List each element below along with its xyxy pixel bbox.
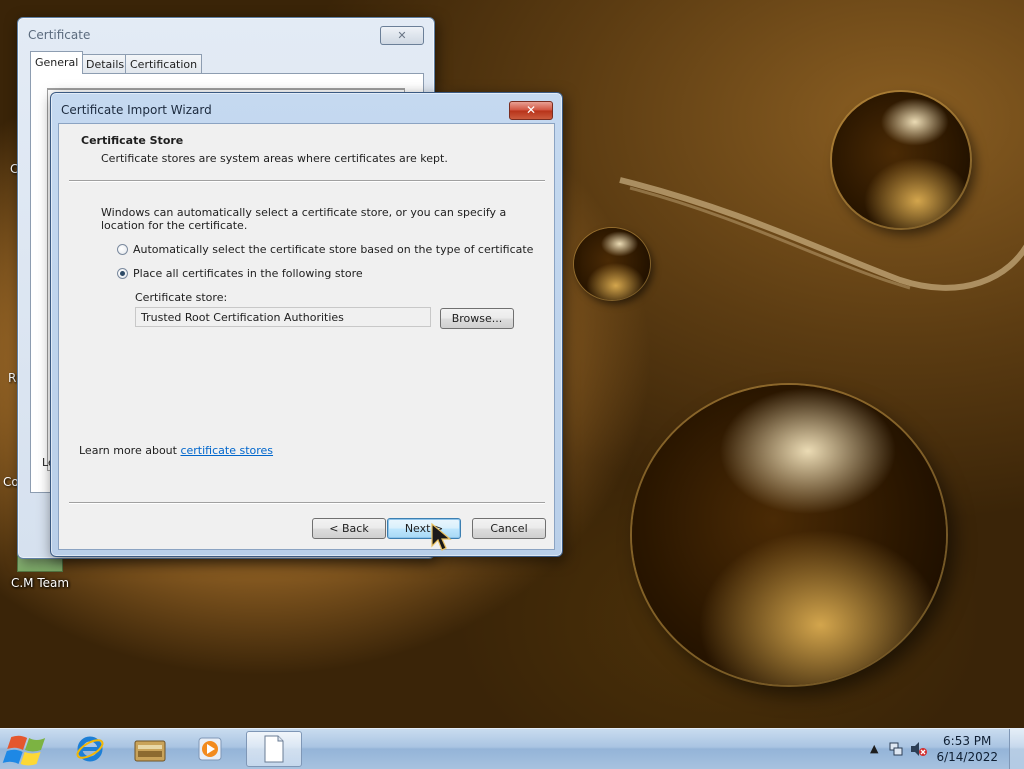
learn-more-text: Learn more about certificate stores (79, 444, 273, 457)
start-button[interactable] (2, 729, 56, 769)
taskbar: ▲ 6:53 PM 6/14/2022 (0, 728, 1024, 769)
document-icon (264, 735, 284, 763)
browse-button[interactable]: Browse... (440, 308, 514, 329)
radio-button-selected[interactable] (117, 268, 128, 279)
header-divider (69, 180, 545, 182)
taskbar-document-active[interactable] (246, 731, 302, 767)
wallpaper-sphere-small (574, 228, 650, 300)
network-icon[interactable] (888, 741, 904, 757)
wallpaper-sphere-large (632, 385, 946, 685)
window-title: Certificate (28, 28, 91, 42)
volume-muted-icon[interactable] (910, 741, 928, 757)
show-desktop-button[interactable] (1009, 729, 1024, 769)
system-tray: ▲ 6:53 PM 6/14/2022 (854, 729, 1024, 769)
option-label: Place all certificates in the following … (133, 267, 363, 280)
clock-time: 6:53 PM (943, 734, 992, 748)
taskbar-media-player[interactable] (182, 731, 238, 767)
option-place-in-store[interactable]: Place all certificates in the following … (117, 267, 363, 280)
file-explorer-icon (134, 740, 166, 762)
learn-more-prefix: Learn more about (79, 444, 181, 457)
close-icon: ✕ (397, 29, 407, 42)
window-title: Certificate Import Wizard (61, 103, 212, 117)
certificate-import-wizard: Certificate Import Wizard ✕ Certificate … (50, 92, 563, 557)
close-icon: ✕ (525, 103, 537, 117)
page-title: Certificate Store (81, 134, 184, 147)
clock-date: 6/14/2022 (936, 750, 998, 764)
show-hidden-icons-arrow-icon[interactable]: ▲ (870, 742, 878, 755)
close-button[interactable]: ✕ (380, 26, 424, 45)
footer-divider (69, 502, 545, 504)
tab-certification-path[interactable]: Certification Path (125, 54, 203, 90)
option-auto-select[interactable]: Automatically select the certificate sto… (117, 243, 533, 256)
certificate-store-label: Certificate store: (135, 291, 228, 304)
taskbar-internet-explorer[interactable] (62, 731, 118, 767)
wizard-client-area: Certificate Store Certificate stores are… (58, 123, 555, 550)
close-button[interactable]: ✕ (509, 101, 553, 120)
taskbar-file-explorer[interactable] (122, 731, 178, 767)
tab-details[interactable]: Details (81, 54, 130, 74)
back-button[interactable]: < Back (312, 518, 386, 539)
certificate-store-field[interactable]: Trusted Root Certification Authorities (135, 307, 431, 327)
clock[interactable]: 6:53 PM 6/14/2022 (936, 733, 998, 765)
wallpaper-sphere-medium (832, 92, 970, 228)
page-description: Certificate stores are system areas wher… (101, 152, 448, 165)
desktop-icon-label-partial[interactable]: R (8, 371, 16, 385)
radio-button[interactable] (117, 244, 128, 255)
media-player-icon (198, 737, 222, 761)
internet-explorer-icon (76, 736, 104, 762)
desktop-icon-label: C.M Team (10, 576, 70, 590)
option-label: Automatically select the certificate sto… (133, 243, 534, 256)
certificate-stores-link[interactable]: certificate stores (180, 444, 273, 457)
tab-general[interactable]: General (30, 51, 84, 74)
cancel-button[interactable]: Cancel (472, 518, 546, 539)
mouse-pointer-icon (431, 522, 452, 551)
instructions-text: Windows can automatically select a certi… (101, 206, 507, 232)
